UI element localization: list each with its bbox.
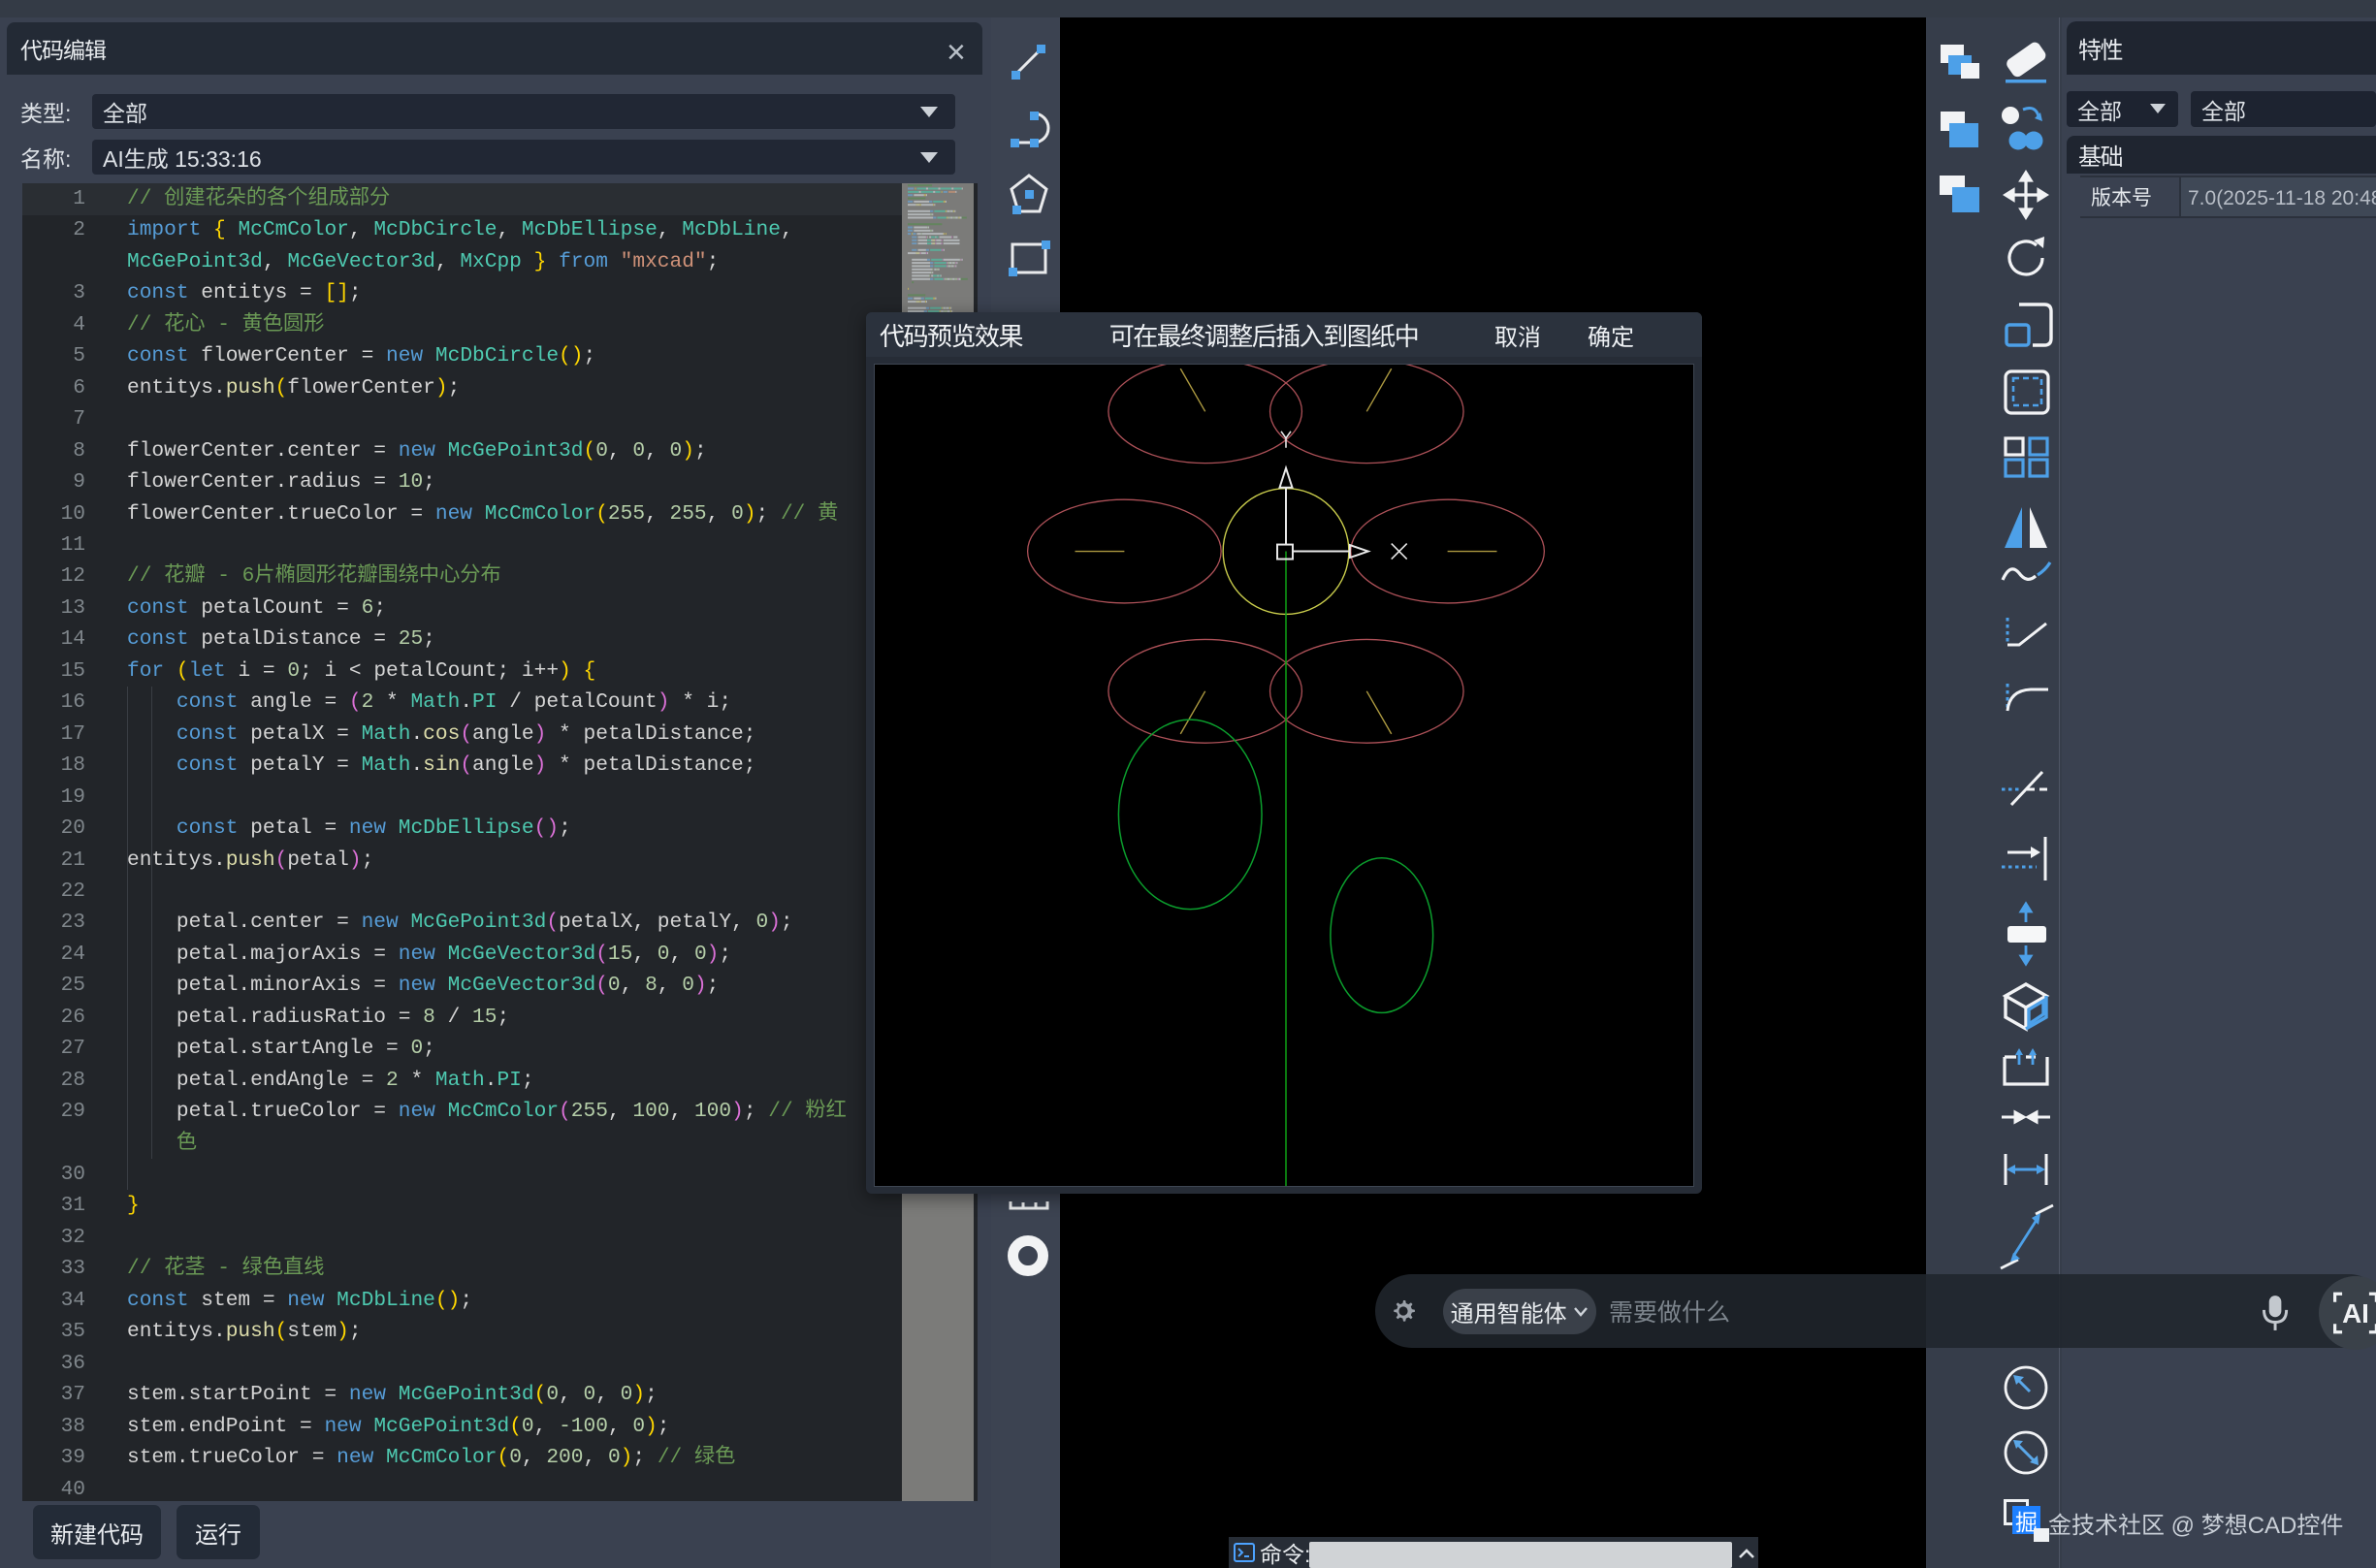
svg-text:AI: AI [2342, 1298, 2369, 1328]
